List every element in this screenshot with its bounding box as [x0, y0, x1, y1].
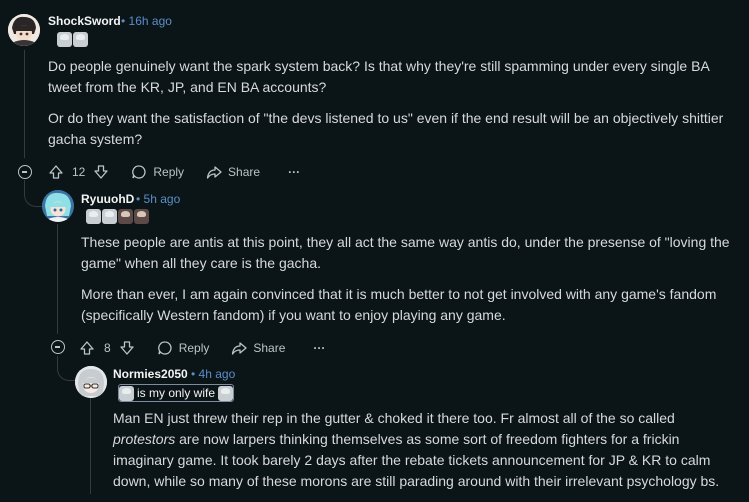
avatar-normies2050[interactable] — [75, 366, 107, 398]
thread-line-root — [24, 50, 25, 158]
comment-body: Man EN just threw their rep in the gutte… — [113, 408, 738, 502]
flair-emote-icon — [57, 31, 72, 47]
comment-timestamp[interactable]: • 16h ago — [121, 14, 172, 28]
timestamp-text[interactable]: 16h ago — [129, 14, 172, 28]
reply-button[interactable]: Reply — [157, 340, 210, 356]
user-flair: is my only wife — [118, 384, 235, 402]
username[interactable]: Normies2050 — [113, 367, 188, 381]
avatar-shocksword[interactable] — [8, 14, 40, 46]
comment-body: Do people genuinely want the spark syste… — [48, 56, 728, 160]
reply-button[interactable]: Reply — [131, 164, 184, 180]
comment-text-italic: protestors — [113, 431, 176, 447]
thread-line-reply-1-lower — [57, 356, 58, 366]
downvote-icon[interactable] — [119, 340, 135, 356]
more-options-button[interactable]: ··· — [313, 341, 325, 355]
comment-action-bar: 12 Reply Share ··· — [48, 162, 300, 182]
thread-line-root-lower — [24, 180, 25, 192]
user-flair — [57, 31, 88, 47]
comment-paragraph: More than ever, I am again convinced tha… — [81, 286, 717, 323]
comment-paragraph: These people are antis at this point, th… — [81, 234, 730, 271]
share-icon — [231, 340, 248, 356]
timestamp-text[interactable]: 5h ago — [144, 192, 181, 206]
username[interactable]: RyuuohD — [81, 192, 134, 206]
flair-emote-icon — [73, 31, 88, 47]
thread-line-reply-2 — [90, 398, 91, 494]
comment-paragraph: Do people genuinely want the spark syste… — [48, 58, 710, 95]
comment-text: are now larpers thinking themselves as s… — [113, 431, 720, 489]
speech-bubble-icon — [157, 340, 173, 356]
comment-action-bar: 8 Reply Share ··· — [79, 338, 325, 358]
thread-line-reply-1 — [57, 224, 58, 334]
flair-emote-icon — [86, 208, 101, 224]
comment-timestamp[interactable]: • 5h ago — [136, 192, 180, 206]
share-label: Share — [228, 165, 261, 179]
share-button[interactable]: Share — [231, 340, 285, 356]
upvote-icon[interactable] — [48, 164, 64, 180]
flair-emote-icon — [119, 385, 134, 401]
flair-emote-icon — [102, 208, 117, 224]
comment-text: Man EN just threw their rep in the gutte… — [113, 410, 675, 426]
flair-text: is my only wife — [137, 386, 216, 400]
username[interactable]: ShockSword — [48, 14, 121, 28]
speech-bubble-icon — [131, 164, 147, 180]
downvote-icon[interactable] — [93, 164, 109, 180]
comment-paragraph: Man EN just threw their rep in the gutte… — [113, 408, 738, 492]
comment-paragraph: Or do they want the satisfaction of "the… — [48, 110, 724, 147]
more-options-button[interactable]: ··· — [288, 165, 300, 179]
comment-body: These people are antis at this point, th… — [81, 232, 736, 336]
reply-label: Reply — [178, 341, 210, 355]
share-icon — [206, 164, 222, 180]
flair-emote-icon — [118, 208, 133, 224]
flair-emote-icon — [134, 208, 149, 224]
thread-connector-2 — [57, 366, 76, 381]
vote-count: 8 — [104, 341, 111, 355]
flair-emote-icon — [218, 385, 234, 401]
comment-timestamp[interactable]: • 4h ago — [191, 367, 235, 381]
avatar-ryuuohd[interactable] — [42, 190, 74, 222]
reply-label: Reply — [153, 165, 185, 179]
share-label: Share — [253, 341, 286, 355]
thread-connector-1 — [24, 192, 43, 207]
upvote-icon[interactable] — [79, 340, 95, 356]
share-button[interactable]: Share — [206, 164, 260, 180]
vote-count: 12 — [72, 165, 86, 179]
timestamp-text[interactable]: 4h ago — [199, 367, 236, 381]
collapse-thread-button[interactable] — [51, 340, 65, 354]
user-flair — [86, 208, 149, 224]
collapse-thread-button[interactable] — [18, 165, 32, 179]
